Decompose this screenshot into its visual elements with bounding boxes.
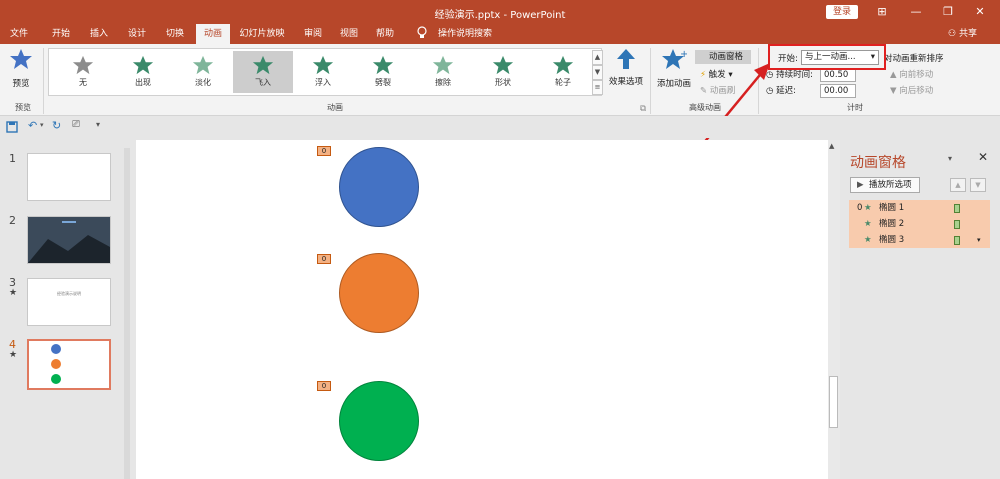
- item-name: 椭圆 2: [879, 219, 905, 229]
- customize-qat-icon[interactable]: ▾: [96, 120, 100, 129]
- thumb-circle-orange: [51, 359, 61, 369]
- circle-green[interactable]: [339, 381, 419, 461]
- slide-thumbnail-2[interactable]: [27, 216, 111, 264]
- mountain-image-icon: [28, 217, 110, 263]
- item-name: 椭圆 3: [879, 235, 905, 245]
- animation-list-item[interactable]: ★ 椭圆 3 ▾: [849, 232, 990, 248]
- slide-number: 2: [9, 214, 16, 227]
- scroll-up-icon[interactable]: ▲: [829, 142, 834, 150]
- animation-star-icon: ★: [9, 350, 18, 360]
- thumb-circle-green: [51, 374, 61, 384]
- animation-order-tag[interactable]: 0: [317, 146, 331, 156]
- timeline-bar[interactable]: [954, 220, 960, 229]
- thumb-circle-blue: [51, 344, 61, 354]
- play-label: 播放所选项: [869, 180, 912, 190]
- animation-list: 0 ★ 椭圆 1 ★ 椭圆 2 ★ 椭圆 3 ▾: [849, 200, 990, 248]
- thumb-title: 经验演示说明: [57, 291, 81, 296]
- animation-order-tag[interactable]: 0: [317, 254, 331, 264]
- play-selected-button[interactable]: ▶ 播放所选项: [850, 177, 920, 193]
- quick-access-toolbar: ↶ ▾ ↻ ⎚ ▾: [0, 116, 1000, 138]
- entrance-star-icon: ★: [864, 219, 872, 229]
- move-up-icon[interactable]: ▲: [950, 178, 966, 192]
- slide-thumbnails-panel: 1 2 3 ★ 经验演示说明 4 ★: [0, 138, 130, 479]
- slide-thumbnail-4[interactable]: [27, 339, 111, 390]
- slide-scrollbar[interactable]: ▲: [828, 140, 840, 479]
- entrance-star-icon: ★: [864, 203, 872, 213]
- undo-icon[interactable]: ↶: [28, 119, 37, 132]
- pane-title: 动画窗格: [850, 155, 906, 171]
- save-icon[interactable]: [6, 121, 18, 133]
- redo-icon[interactable]: ↻: [52, 119, 61, 132]
- circle-orange[interactable]: [339, 253, 419, 333]
- slide-thumbnail-3[interactable]: 经验演示说明: [27, 278, 111, 326]
- undo-dropdown-icon[interactable]: ▾: [40, 121, 44, 129]
- animation-order-tag[interactable]: 0: [317, 381, 331, 391]
- start-from-beginning-icon[interactable]: ⎚: [72, 119, 80, 130]
- item-dropdown-icon[interactable]: ▾: [977, 232, 981, 248]
- animation-list-item[interactable]: 0 ★ 椭圆 1: [849, 200, 990, 216]
- slide-number: 1: [9, 152, 16, 165]
- item-index: 0: [857, 203, 863, 213]
- circle-blue[interactable]: [339, 147, 419, 227]
- close-pane-icon[interactable]: ✕: [978, 150, 988, 164]
- thumbnails-scrollbar[interactable]: [124, 148, 130, 479]
- animation-pane: 动画窗格 ▾ ✕ ▶ 播放所选项 ▲ ▼ 0 ★ 椭圆 1 ★ 椭圆 2 ★ 椭…: [840, 138, 1000, 479]
- timeline-bar[interactable]: [954, 204, 960, 213]
- play-icon: ▶: [857, 180, 864, 190]
- slide-thumbnail-1[interactable]: [27, 153, 111, 201]
- pane-options-icon[interactable]: ▾: [948, 154, 952, 163]
- scroll-thumb[interactable]: [829, 376, 838, 428]
- move-down-icon[interactable]: ▼: [970, 178, 986, 192]
- entrance-star-icon: ★: [864, 235, 872, 245]
- animation-list-item[interactable]: ★ 椭圆 2: [849, 216, 990, 232]
- item-name: 椭圆 1: [879, 203, 905, 213]
- animation-star-icon: ★: [9, 288, 18, 298]
- timeline-bar[interactable]: [954, 236, 960, 245]
- slide-canvas: 0 0 0: [136, 140, 828, 479]
